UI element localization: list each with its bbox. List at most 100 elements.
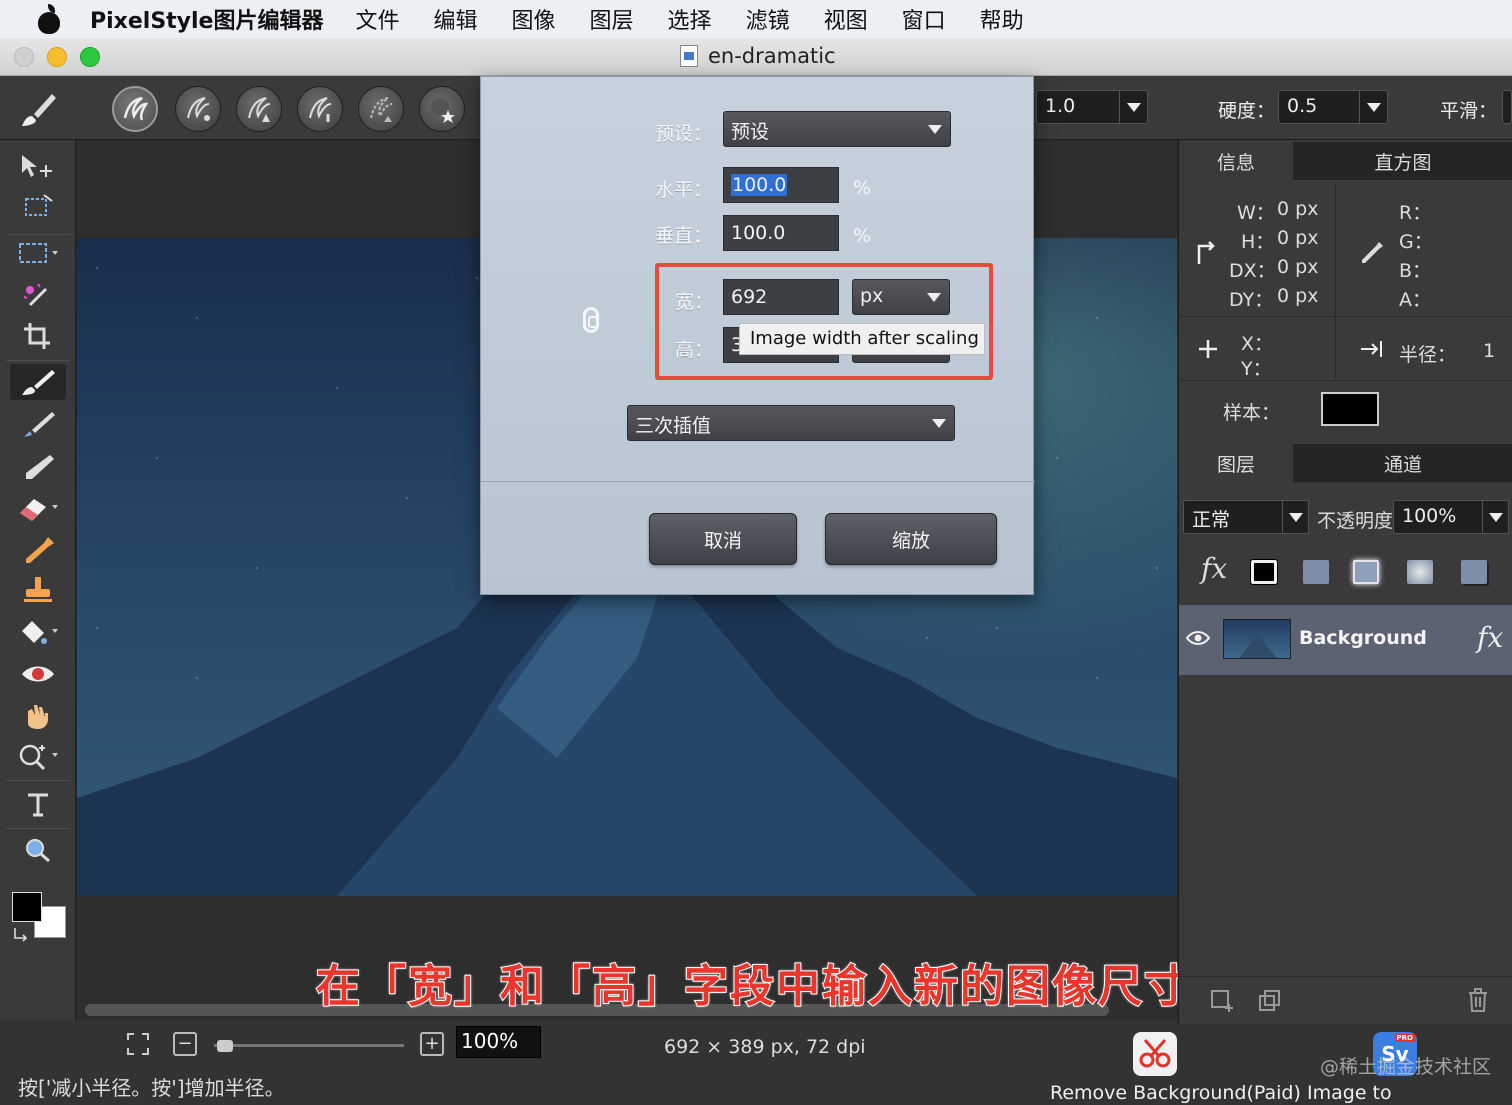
brush-preset-1[interactable] [112,86,158,132]
magic-wand-tool[interactable] [10,278,66,314]
layer-tabs: 图层 通道 [1179,444,1512,482]
eye-icon[interactable] [1185,629,1211,647]
fill-effect-button[interactable] [1303,560,1329,584]
cancel-button[interactable]: 取消 [649,513,797,565]
minimize-window-button[interactable] [47,47,67,67]
outer-glow-button[interactable] [1353,560,1379,584]
brush-preset-5[interactable] [358,86,404,132]
hardness-select[interactable]: 0.5 [1278,90,1388,124]
info-dx-label: DX： [1229,260,1276,282]
brush-size-select[interactable]: 1.0 [1036,90,1148,124]
zoom-level-field[interactable]: 100% [456,1026,541,1058]
remove-background-label[interactable]: Remove Background(Paid) [1050,1082,1301,1104]
zoom-out-button[interactable]: − [173,1032,197,1056]
swap-colors-icon[interactable] [12,926,30,942]
layer-fx-icon[interactable]: fx [1477,621,1503,654]
marquee-tool[interactable] [10,236,66,272]
chevron-down-icon [928,125,942,134]
brush-tool[interactable] [10,364,66,400]
brush-preset-6[interactable] [419,86,465,132]
move-tool[interactable] [10,148,66,184]
smooth-select[interactable] [1502,90,1512,124]
minus-icon: − [177,1033,193,1054]
zoom-slider[interactable] [214,1044,404,1047]
apple-icon[interactable] [34,4,64,34]
clone-stamp-tool[interactable] [10,572,66,608]
horizontal-percent-field[interactable]: 100.0 [723,167,839,203]
zoom-slider-handle[interactable] [217,1040,233,1052]
tab-info[interactable]: 信息 [1179,142,1293,180]
fx-icon[interactable]: fx [1201,552,1227,585]
brush-preset-4[interactable] [297,86,343,132]
foreground-color-swatch[interactable] [12,892,42,922]
opacity-select[interactable]: 100% [1393,500,1509,534]
document-icon [680,45,698,67]
menu-image[interactable]: 图像 [512,3,556,35]
menu-select[interactable]: 选择 [668,3,712,35]
menu-view[interactable]: 视图 [824,3,868,35]
tab-layers[interactable]: 图层 [1179,444,1293,482]
remove-background-button[interactable] [1133,1032,1177,1076]
view-zoom-tool[interactable] [10,832,66,868]
toolbox [0,140,76,1030]
toolbox-divider [6,828,70,829]
zoom-tool[interactable] [10,738,66,774]
blend-mode-select[interactable]: 正常 [1183,500,1309,534]
eyedropper-icon [1362,242,1383,263]
eyedropper-tool[interactable] [10,532,66,568]
zoom-window-button[interactable] [80,47,100,67]
image-to-vector-label[interactable]: Image to Vector(Paid) [1307,1082,1512,1105]
pencil-tool[interactable] [10,448,66,484]
trash-icon[interactable] [1465,986,1491,1014]
brush-icon [24,412,55,437]
menu-layer[interactable]: 图层 [590,3,634,35]
tab-channels[interactable]: 通道 [1293,444,1512,482]
text-tool[interactable] [10,786,66,822]
inner-glow-button[interactable] [1407,560,1433,584]
interpolation-select[interactable]: 三次插值 [627,405,955,441]
menu-window[interactable]: 窗口 [902,3,946,35]
layer-row-background[interactable]: Background fx [1179,605,1512,675]
hardness-value: 0.5 [1287,95,1318,117]
scale-button[interactable]: 缩放 [825,513,997,565]
panel-divider [1179,316,1512,317]
fit-screen-icon[interactable] [126,1032,150,1056]
zoom-in-button[interactable]: + [420,1032,444,1056]
new-layer-icon[interactable] [1209,988,1235,1014]
layer-name: Background [1299,627,1427,649]
brush-stroke-icon [309,97,332,122]
menu-help[interactable]: 帮助 [980,3,1024,35]
brush-preset-3[interactable] [236,86,282,132]
tutorial-caption: 在「宽」和「高」字段中输入新的图像尺寸 [315,960,1190,1013]
stroke-effect-button[interactable] [1250,559,1278,585]
menu-filter[interactable]: 滤镜 [746,3,790,35]
scale-image-dialog: 预设： 预设 水平： 100.0 % 垂直： 100.0 % 宽： 692 px… [480,76,1035,595]
info-h-value: 0 px [1277,227,1319,249]
menu-file[interactable]: 文件 [355,3,399,35]
brush-preset-2[interactable] [175,86,221,132]
watermark: @稀土掘金技术社区 [1320,1056,1492,1078]
app-name-menu[interactable]: PixelStyle图片编辑器 [90,3,323,35]
info-tabs: 信息 直方图 [1179,142,1512,180]
menu-edit[interactable]: 编辑 [434,3,478,35]
transform-tool[interactable] [10,190,66,226]
link-chain-icon[interactable] [583,307,599,333]
duplicate-layer-icon[interactable] [1257,988,1283,1014]
preset-select[interactable]: 预设 [723,111,951,147]
vertical-percent-field[interactable]: 100.0 [723,215,839,251]
eyedropper-icon [26,537,54,563]
eraser-tool[interactable] [10,490,66,526]
preset-label: 预设： [655,123,713,145]
paint-bucket-tool[interactable] [10,614,66,650]
smudge-brush-tool[interactable] [10,406,66,442]
red-eye-tool[interactable] [10,656,66,692]
tab-histogram[interactable]: 直方图 [1293,142,1512,180]
drop-shadow-button[interactable] [1461,560,1487,584]
radius-value: 1 [1483,340,1496,362]
sample-color-swatch[interactable] [1321,392,1379,426]
hand-tool[interactable] [10,698,66,734]
brush-tool-icon[interactable] [18,90,58,130]
close-window-button[interactable] [14,47,34,67]
toolbox-divider [6,234,70,235]
crop-tool[interactable] [10,318,66,354]
